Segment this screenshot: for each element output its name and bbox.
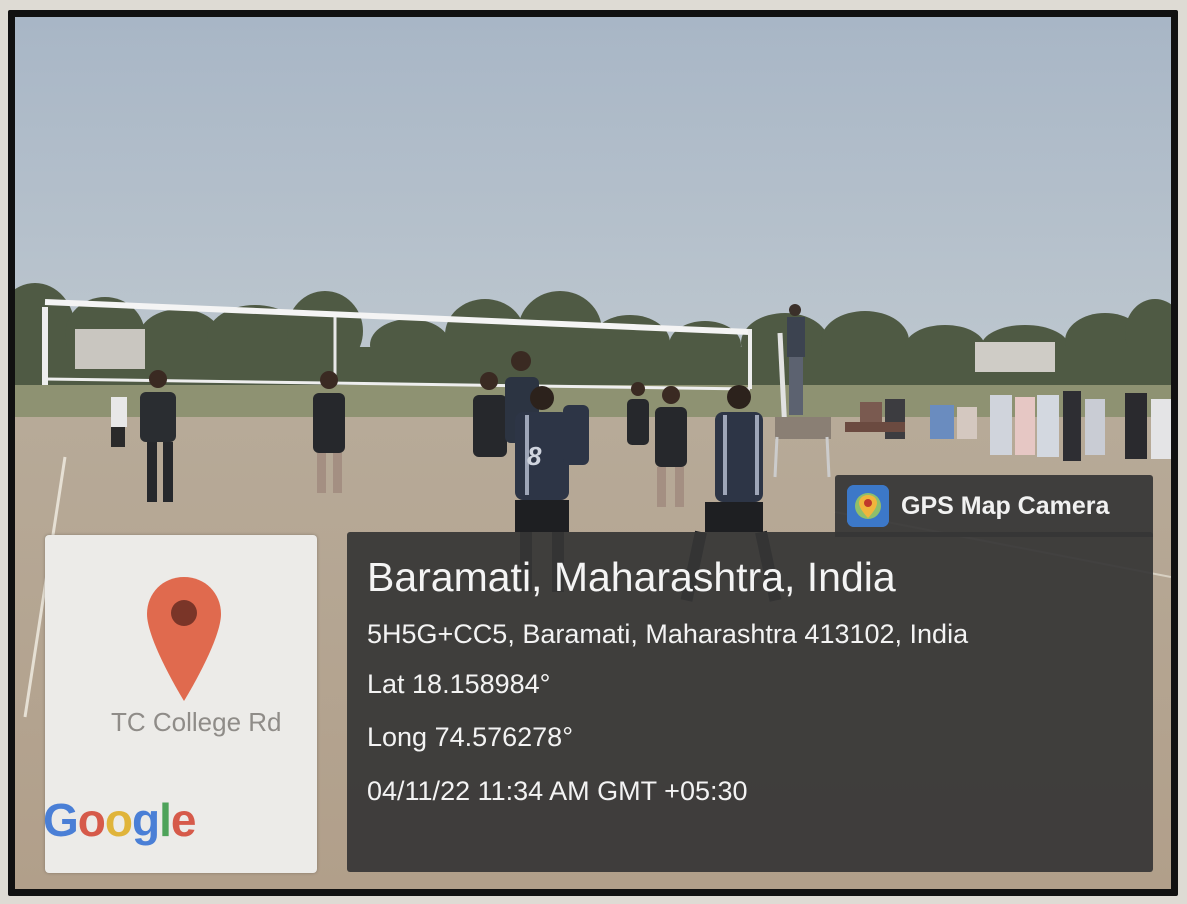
geotagged-photo: 8 TC College Rd Google GPS Map Camera Ba… [15,17,1171,889]
map-pin-icon [147,577,221,701]
jersey-number: 8 [527,441,542,471]
gps-map-camera-app-icon [847,485,889,527]
map-thumbnail[interactable]: TC College Rd Google [43,535,317,873]
building-right [975,342,1055,372]
timestamp: 04/11/22 11:34 AM GMT +05:30 [367,776,748,806]
latitude: Lat 18.158984° [367,669,551,699]
sky [15,17,1171,347]
google-logo: Google [43,794,196,846]
printed-photo-paper: 8 TC College Rd Google GPS Map Camera Ba… [0,0,1187,904]
building-left [75,329,145,369]
address-line: 5H5G+CC5, Baramati, Maharashtra 413102, … [367,619,969,649]
app-name: GPS Map Camera [901,492,1110,520]
longitude: Long 74.576278° [367,722,573,752]
photo-frame: 8 TC College Rd Google GPS Map Camera Ba… [8,10,1178,896]
location-info-panel: Baramati, Maharashtra, India 5H5G+CC5, B… [347,532,1153,872]
app-badge: GPS Map Camera [835,475,1153,537]
place-name: Baramati, Maharashtra, India [367,554,896,600]
road-label: TC College Rd [111,707,282,737]
